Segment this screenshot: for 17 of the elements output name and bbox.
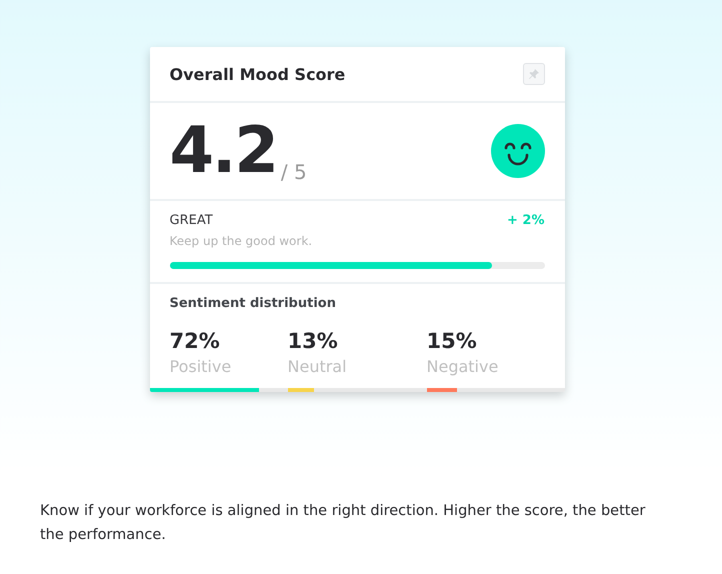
sentiment-label: Neutral (288, 357, 348, 376)
card-title: Overall Mood Score (170, 64, 346, 84)
percent-value: 13% (288, 329, 339, 353)
caption-text: Know if your workforce is aligned in the right direction. Higher the score, the better the performance. (40, 502, 646, 545)
pin-icon (528, 68, 540, 80)
rating-message: Keep up the good work. (170, 234, 314, 248)
rating-label: GREAT (170, 213, 213, 228)
score-value: 4.2 (170, 114, 277, 188)
sentiment-label: Positive (168, 357, 232, 376)
sentiment-label: Negative (426, 357, 500, 376)
percent-value: 15% (426, 329, 478, 353)
smiley-icon (490, 124, 544, 178)
percent-value: 72% (168, 329, 221, 353)
change-value: + 2% (507, 213, 544, 228)
score-max: / 5 (280, 160, 307, 184)
pin-button[interactable] (522, 63, 544, 85)
section-title: Sentiment distribution (168, 296, 337, 311)
